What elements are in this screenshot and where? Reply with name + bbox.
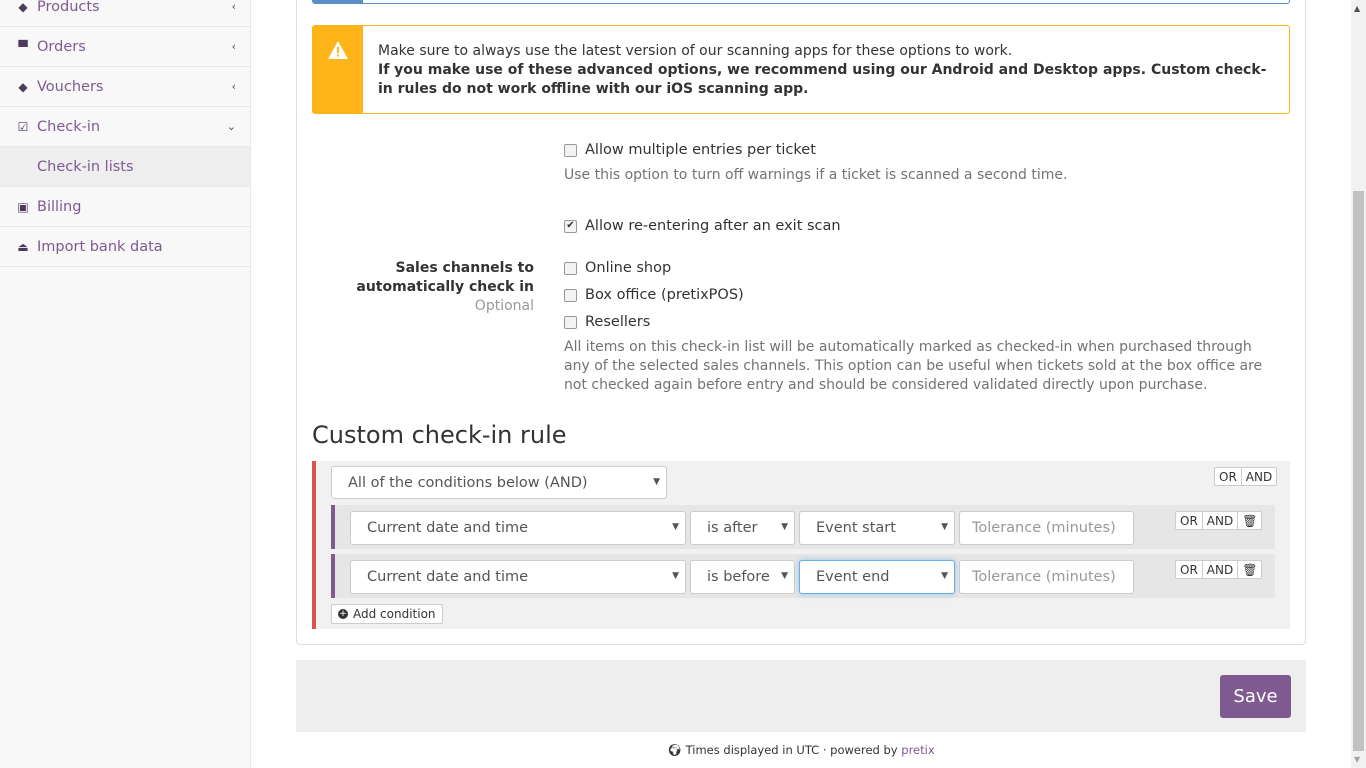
and-button[interactable]: AND (1201, 511, 1239, 530)
condition-logic-buttons: OR AND 🗑 (1175, 560, 1263, 579)
sidebar-item-label: Check-in lists (37, 158, 134, 175)
chevron-left-icon: ‹ (231, 40, 236, 53)
comparison-select[interactable]: is after ▼ (690, 511, 795, 545)
caret-down-icon: ▼ (941, 571, 948, 581)
caret-down-icon: ▼ (672, 522, 679, 532)
trash-icon[interactable]: 🗑 (1237, 560, 1263, 579)
footer: 🌍︎ Times displayed in UTC · powered by p… (667, 743, 935, 757)
checkbox-checked[interactable]: ✔ (564, 219, 577, 233)
checkbox-label: Allow re-entering after an exit scan (585, 218, 841, 234)
rule-title: Custom check-in rule (312, 421, 567, 449)
root-logic-buttons: OR AND (1214, 467, 1278, 486)
trash-icon[interactable]: 🗑 (1237, 511, 1263, 530)
checkbox[interactable] (564, 315, 577, 329)
sidebar-item-label: Import bank data (37, 238, 163, 255)
globe-icon: 🌍︎ (667, 743, 682, 757)
box-office-checkbox[interactable]: Box office (pretixPOS) (564, 287, 744, 303)
checkbox-label: Resellers (585, 314, 651, 330)
sidebar: ◆ Products ‹ ▀ Orders ‹ ◆ Vouchers ‹ ☑ C… (0, 0, 251, 768)
condition-logic-buttons: OR AND 🗑 (1175, 511, 1263, 530)
sidebar-item-label: Check-in (37, 118, 101, 135)
value-select[interactable]: Event start ▼ (799, 511, 955, 545)
allow-multiple-entries-checkbox[interactable]: Allow multiple entries per ticket (564, 142, 816, 158)
or-button[interactable]: OR (1214, 467, 1242, 486)
scrollbar-thumb[interactable] (1353, 191, 1364, 751)
warning-text: Make sure to always use the latest versi… (378, 43, 1013, 59)
sidebar-item-check-in-lists[interactable]: Check-in lists (0, 147, 250, 187)
plus-circle-icon: + (338, 608, 348, 619)
sales-channels-label: Sales channels to automatically check in… (310, 259, 534, 316)
sidebar-item-check-in[interactable]: ☑ Check-in ⌄ (0, 107, 250, 147)
sidebar-item-products[interactable]: ◆ Products ‹ (0, 0, 250, 27)
money-icon: ▣ (17, 199, 29, 214)
save-button[interactable]: Save (1220, 675, 1291, 718)
checkbox-label: Box office (pretixPOS) (585, 287, 744, 303)
optional-label: Optional (474, 298, 534, 314)
chevron-left-icon: ‹ (231, 0, 236, 13)
sidebar-item-label: Products (37, 0, 100, 15)
info-alert (312, 0, 1290, 4)
and-button[interactable]: AND (1240, 467, 1278, 486)
check-square-icon: ☑ (17, 119, 29, 134)
checkbox-label: Online shop (585, 260, 672, 276)
sidebar-item-vouchers[interactable]: ◆ Vouchers ‹ (0, 67, 250, 107)
value-select[interactable]: Event end ▼ (799, 560, 955, 594)
warning-text-bold: If you make use of these advanced option… (378, 62, 1267, 97)
chevron-left-icon: ‹ (231, 80, 236, 93)
add-condition-button[interactable]: + Add condition (331, 604, 443, 624)
variable-select[interactable]: Current date and time ▼ (350, 511, 686, 545)
form-actions: Save (296, 660, 1306, 732)
help-text: Use this option to turn off warnings if … (564, 167, 1068, 183)
scrollbar[interactable]: ▲ ▼ (1351, 0, 1366, 768)
tolerance-input[interactable]: Tolerance (minutes) (959, 511, 1134, 545)
upload-icon: ⏏ (17, 239, 29, 254)
caret-down-icon: ▼ (672, 571, 679, 581)
online-shop-checkbox[interactable]: Online shop (564, 260, 671, 276)
checkbox[interactable] (564, 143, 577, 157)
sidebar-item-label: Orders (37, 38, 86, 55)
allow-reentering-checkbox[interactable]: ✔ Allow re-entering after an exit scan (564, 218, 841, 234)
tags-icon: ◆ (18, 79, 28, 94)
or-button[interactable]: OR (1175, 511, 1203, 530)
and-button[interactable]: AND (1201, 560, 1239, 579)
comparison-select[interactable]: is before ▼ (690, 560, 795, 594)
resellers-checkbox[interactable]: Resellers (564, 314, 650, 330)
pretix-link[interactable]: pretix (901, 743, 934, 757)
tolerance-input[interactable]: Tolerance (minutes) (959, 560, 1134, 594)
scroll-down-icon[interactable]: ▼ (1354, 755, 1360, 764)
sidebar-item-billing[interactable]: ▣ Billing (0, 187, 250, 227)
cart-icon: ▀ (18, 39, 28, 54)
warning-icon (313, 26, 363, 113)
sidebar-item-import-bank-data[interactable]: ⏏ Import bank data (0, 227, 250, 267)
checkbox-label: Allow multiple entries per ticket (585, 142, 816, 158)
or-button[interactable]: OR (1175, 560, 1203, 579)
operator-select[interactable]: All of the conditions below (AND) ▼ (331, 466, 667, 499)
scroll-up-icon[interactable]: ▲ (1354, 4, 1360, 13)
sales-channels-help: All items on this check-in list will be … (564, 339, 1263, 393)
caret-down-icon: ▼ (941, 522, 948, 532)
chevron-down-icon: ⌄ (226, 120, 236, 133)
checkbox[interactable] (564, 261, 577, 275)
sidebar-item-orders[interactable]: ▀ Orders ‹ (0, 27, 250, 67)
caret-down-icon: ▼ (781, 571, 788, 581)
ticket-icon: ◆ (18, 0, 28, 14)
variable-select[interactable]: Current date and time ▼ (350, 560, 686, 594)
warning-alert: Make sure to always use the latest versi… (312, 25, 1290, 114)
checkbox[interactable] (564, 288, 577, 302)
sidebar-item-label: Vouchers (37, 78, 104, 95)
caret-down-icon: ▼ (781, 522, 788, 532)
sidebar-item-label: Billing (37, 198, 82, 215)
caret-down-icon: ▼ (653, 477, 660, 487)
